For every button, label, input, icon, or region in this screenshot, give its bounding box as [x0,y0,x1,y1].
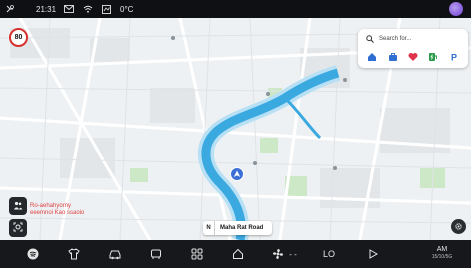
seat-icon[interactable] [148,240,164,268]
work-icon[interactable] [386,50,400,64]
recenter-button[interactable] [9,219,27,237]
profile-avatar[interactable] [449,2,463,16]
home-icon[interactable] [365,50,379,64]
status-time: 21:31 [36,4,57,14]
status-bar: 21:31 0°C [0,0,471,18]
spotify-icon[interactable] [25,240,41,268]
speed-limit-sign: 80 [9,28,28,47]
network-icon [102,0,111,18]
passenger-button[interactable] [9,197,27,215]
clock-ampm: AM [436,246,448,253]
people-icon [13,197,23,215]
clock-date: 15/10/5G [431,254,453,260]
fan-level: - - [289,249,297,259]
search-input[interactable]: Search for... [362,32,464,46]
current-position-arrow [230,167,244,181]
street-direction: N [203,221,215,235]
dock-clock: AM 15/10/5G [422,245,462,265]
apps-grid-icon[interactable] [189,240,205,268]
ev-charging-icon[interactable] [426,50,440,64]
quick-destinations: P [362,50,464,64]
fan-icon[interactable] [271,240,285,268]
wifi-icon [83,0,93,18]
map-note: Ro-aehahyorny eeemnoi Kao ssaoio [30,203,85,216]
gear-icon [454,218,463,236]
search-panel: Search for... P [358,29,468,68]
map-settings-button[interactable] [451,219,466,234]
bottom-dock: - - LO [0,240,471,268]
play-icon[interactable] [366,240,380,268]
recenter-icon [13,219,23,237]
shirt-icon[interactable] [66,240,82,268]
street-name: Maha Rat Road [220,225,264,231]
car-screen: 21:31 0°C 80 Search for... P Ro-aehahyor… [0,0,471,268]
temperature-setting[interactable]: LO [320,240,338,268]
parking-icon[interactable]: P [447,50,461,64]
temperature: 0°C [120,4,134,14]
message-icon[interactable] [64,0,74,18]
climate-icon[interactable] [5,0,15,18]
search-placeholder: Search for... [379,36,412,42]
home-icon[interactable] [230,240,246,268]
search-icon [366,30,374,48]
favorite-icon[interactable] [406,50,420,64]
svg-text:P: P [451,53,457,63]
car-icon[interactable] [107,240,123,268]
current-street-label: N Maha Rat Road [203,221,272,235]
